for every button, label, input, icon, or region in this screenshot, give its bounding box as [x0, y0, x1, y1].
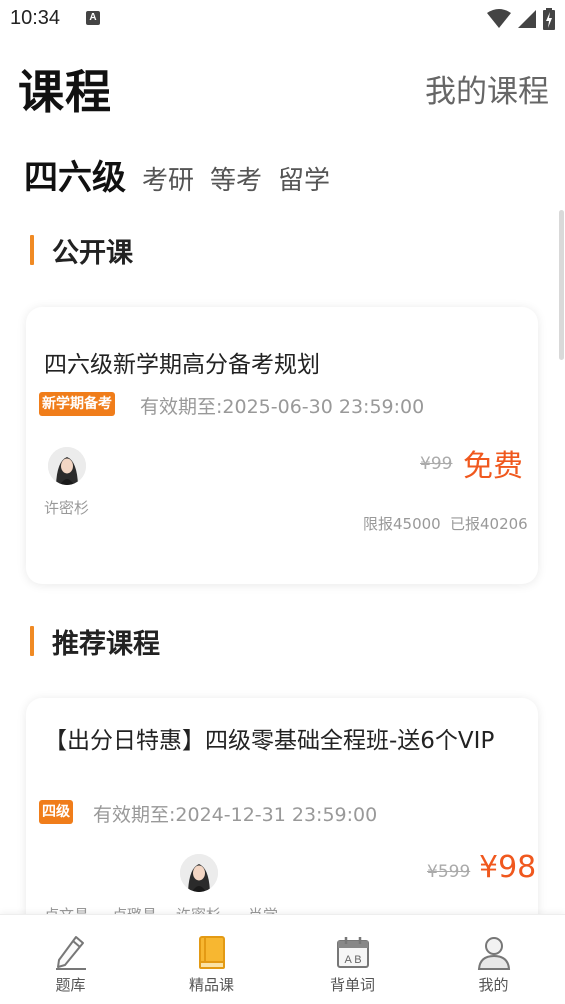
section-title: 推荐课程 [52, 628, 160, 660]
avatar-image [48, 447, 86, 485]
scrollbar[interactable] [559, 210, 564, 360]
section-accent-bar [30, 235, 34, 265]
wifi-icon [487, 9, 511, 28]
course-tag: 四级 [39, 800, 73, 824]
notification-icon: A [86, 11, 100, 25]
nav-label: 题库 [55, 976, 86, 994]
nav-item-profile[interactable]: 我的 [423, 915, 564, 1004]
page-title: 课程 [18, 65, 112, 119]
course-validity: 有效期至:2025-06-30 23:59:00 [140, 396, 425, 418]
pencil-icon [55, 936, 86, 970]
course-price: ¥98 [479, 850, 537, 885]
tab-study-abroad[interactable]: 留学 [278, 160, 330, 197]
tab-ncre[interactable]: 等考 [210, 160, 262, 197]
bottom-nav: 题库 精品课 A B 背单词 我的 [0, 914, 565, 1004]
teacher-avatar [180, 854, 218, 892]
course-validity: 有效期至:2024-12-31 23:59:00 [93, 804, 378, 826]
section-public-courses: 公开课 [30, 234, 133, 269]
battery-icon [543, 8, 555, 30]
section-accent-bar [30, 626, 34, 656]
original-price: ¥99 [420, 454, 453, 474]
course-price: 免费 [463, 449, 523, 484]
course-title: 四六级新学期高分备考规划 [44, 352, 320, 378]
nav-label: 精品课 [188, 976, 234, 994]
quota-enrolled: 已报40206 [450, 515, 528, 533]
status-icons [487, 7, 555, 31]
teacher-name: 许密杉 [44, 499, 90, 517]
calendar-ab-icon: A B [336, 937, 369, 968]
my-courses-link[interactable]: 我的课程 [425, 66, 549, 111]
signal-icon [518, 10, 536, 28]
course-card-public[interactable]: 四六级新学期高分备考规划 新学期备考 有效期至:2025-06-30 23:59… [26, 307, 538, 584]
tab-postgraduate[interactable]: 考研 [142, 160, 194, 197]
status-bar: 10:34 A [0, 0, 565, 38]
course-tag: 新学期备考 [39, 392, 115, 416]
teacher-avatar [48, 447, 86, 485]
tab-cet[interactable]: 四六级 [24, 150, 126, 199]
nav-label: 背单词 [329, 976, 375, 994]
nav-item-premium-courses[interactable]: 精品课 [141, 915, 282, 1004]
book-icon [198, 936, 225, 969]
category-tabs: 四六级 考研 等考 留学 [24, 150, 346, 199]
nav-item-vocabulary[interactable]: A B 背单词 [282, 915, 423, 1004]
avatar-image [180, 854, 218, 892]
course-title: 【出分日特惠】四级零基础全程班-送6个VIP [44, 728, 495, 754]
quota-limit: 限报45000 [363, 515, 441, 533]
original-price: ¥599 [427, 862, 471, 882]
section-recommended-courses: 推荐课程 [30, 625, 160, 660]
person-icon [477, 937, 510, 970]
nav-item-question-bank[interactable]: 题库 [0, 915, 141, 1004]
section-title: 公开课 [52, 237, 133, 269]
nav-label: 我的 [478, 976, 509, 994]
svg-text:A B: A B [344, 954, 361, 966]
status-time: 10:34 [10, 7, 61, 29]
